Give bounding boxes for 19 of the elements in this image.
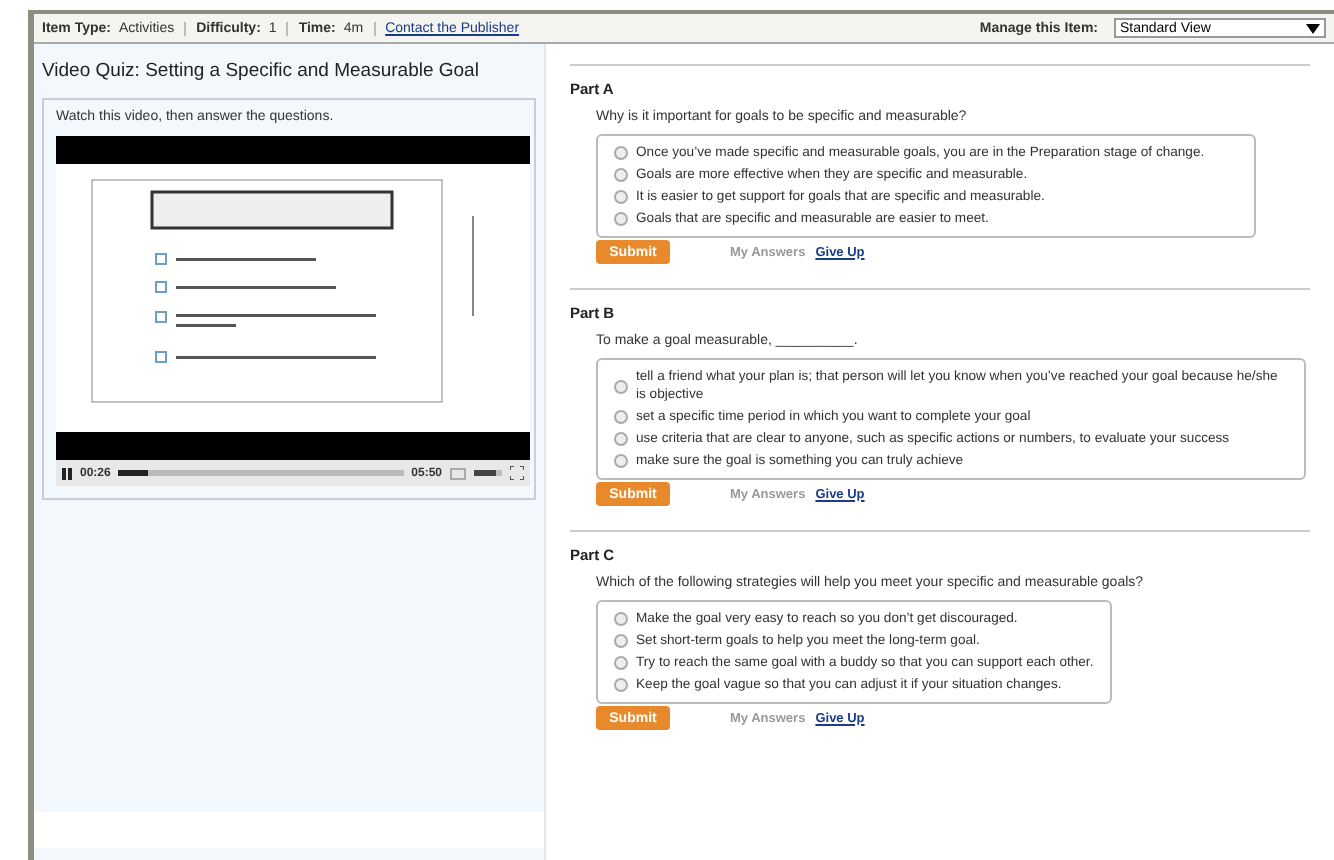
- radio-button[interactable]: [614, 410, 628, 424]
- radio-button[interactable]: [614, 612, 628, 626]
- radio-button[interactable]: [614, 379, 628, 393]
- radio-button[interactable]: [614, 212, 628, 226]
- radio-button[interactable]: [614, 634, 628, 648]
- radio-button[interactable]: [614, 678, 628, 692]
- radio-button[interactable]: [614, 168, 628, 182]
- captions-icon[interactable]: [450, 467, 466, 479]
- caret-icon: [1306, 23, 1320, 33]
- quiz-title: Video Quiz: Setting a Specific and Measurable Goal: [42, 60, 481, 82]
- volume-slider[interactable]: [474, 470, 502, 476]
- fullscreen-icon[interactable]: [510, 466, 524, 480]
- radio-button[interactable]: [614, 190, 628, 204]
- radio-button[interactable]: [614, 432, 628, 446]
- progress-track[interactable]: [118, 470, 404, 476]
- radio-button[interactable]: [614, 146, 628, 160]
- pause-icon[interactable]: [62, 467, 72, 479]
- radio-button[interactable]: [614, 454, 628, 468]
- radio-button[interactable]: [614, 656, 628, 670]
